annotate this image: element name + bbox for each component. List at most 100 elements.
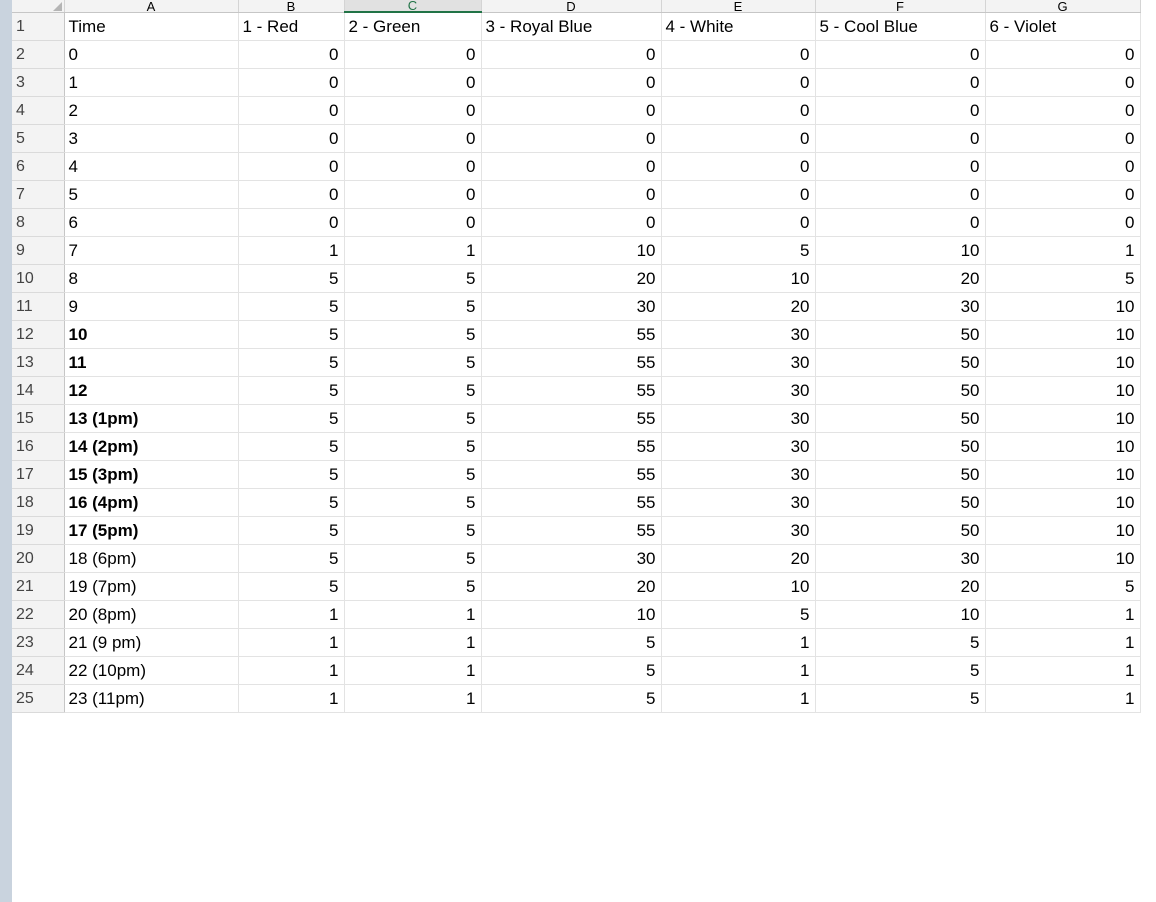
cell-e9[interactable]: 5 bbox=[661, 236, 816, 265]
cell-c19[interactable]: 5 bbox=[344, 516, 482, 545]
row-header[interactable]: 20 bbox=[12, 544, 65, 573]
cell-e17[interactable]: 30 bbox=[661, 460, 816, 489]
cell-d8[interactable]: 0 bbox=[481, 208, 662, 237]
cell-b23[interactable]: 1 bbox=[238, 628, 345, 657]
cell-a17[interactable]: 15 (3pm) bbox=[64, 460, 239, 489]
column-header-e[interactable]: E bbox=[661, 0, 816, 13]
cell-d13[interactable]: 55 bbox=[481, 348, 662, 377]
cell-e22[interactable]: 5 bbox=[661, 600, 816, 629]
cell-c22[interactable]: 1 bbox=[344, 600, 482, 629]
cell-d4[interactable]: 0 bbox=[481, 96, 662, 125]
cell-d5[interactable]: 0 bbox=[481, 124, 662, 153]
cell-b6[interactable]: 0 bbox=[238, 152, 345, 181]
cell-c24[interactable]: 1 bbox=[344, 656, 482, 685]
cell-c21[interactable]: 5 bbox=[344, 572, 482, 601]
row-header[interactable]: 19 bbox=[12, 516, 65, 545]
cell-b11[interactable]: 5 bbox=[238, 292, 345, 321]
cell-g12[interactable]: 10 bbox=[985, 320, 1141, 349]
cell-a1[interactable]: Time bbox=[64, 12, 239, 41]
column-header-g[interactable]: G bbox=[985, 0, 1141, 13]
cell-a4[interactable]: 2 bbox=[64, 96, 239, 125]
cell-g17[interactable]: 10 bbox=[985, 460, 1141, 489]
cell-b20[interactable]: 5 bbox=[238, 544, 345, 573]
cell-b2[interactable]: 0 bbox=[238, 40, 345, 69]
cell-c8[interactable]: 0 bbox=[344, 208, 482, 237]
cell-d2[interactable]: 0 bbox=[481, 40, 662, 69]
cell-b3[interactable]: 0 bbox=[238, 68, 345, 97]
cell-f1[interactable]: 5 - Cool Blue bbox=[815, 12, 986, 41]
cell-f10[interactable]: 20 bbox=[815, 264, 986, 293]
cell-b10[interactable]: 5 bbox=[238, 264, 345, 293]
cell-c7[interactable]: 0 bbox=[344, 180, 482, 209]
cell-e5[interactable]: 0 bbox=[661, 124, 816, 153]
cell-f2[interactable]: 0 bbox=[815, 40, 986, 69]
cell-a12[interactable]: 10 bbox=[64, 320, 239, 349]
cell-e15[interactable]: 30 bbox=[661, 404, 816, 433]
cell-c20[interactable]: 5 bbox=[344, 544, 482, 573]
cell-e18[interactable]: 30 bbox=[661, 488, 816, 517]
cell-g18[interactable]: 10 bbox=[985, 488, 1141, 517]
cell-g24[interactable]: 1 bbox=[985, 656, 1141, 685]
cell-e8[interactable]: 0 bbox=[661, 208, 816, 237]
cell-d23[interactable]: 5 bbox=[481, 628, 662, 657]
column-header-a[interactable]: A bbox=[64, 0, 239, 13]
cell-f7[interactable]: 0 bbox=[815, 180, 986, 209]
cell-a16[interactable]: 14 (2pm) bbox=[64, 432, 239, 461]
row-header[interactable]: 14 bbox=[12, 376, 65, 405]
row-header[interactable]: 22 bbox=[12, 600, 65, 629]
cell-d11[interactable]: 30 bbox=[481, 292, 662, 321]
cell-b21[interactable]: 5 bbox=[238, 572, 345, 601]
row-header[interactable]: 4 bbox=[12, 96, 65, 125]
column-header-d[interactable]: D bbox=[481, 0, 662, 13]
cell-g4[interactable]: 0 bbox=[985, 96, 1141, 125]
cell-e25[interactable]: 1 bbox=[661, 684, 816, 713]
cell-e6[interactable]: 0 bbox=[661, 152, 816, 181]
cell-b7[interactable]: 0 bbox=[238, 180, 345, 209]
row-header[interactable]: 2 bbox=[12, 40, 65, 69]
cell-a2[interactable]: 0 bbox=[64, 40, 239, 69]
cell-c15[interactable]: 5 bbox=[344, 404, 482, 433]
cell-g22[interactable]: 1 bbox=[985, 600, 1141, 629]
row-header[interactable]: 25 bbox=[12, 684, 65, 713]
cell-g13[interactable]: 10 bbox=[985, 348, 1141, 377]
column-header-c[interactable]: C bbox=[344, 0, 482, 13]
cell-f16[interactable]: 50 bbox=[815, 432, 986, 461]
cell-f20[interactable]: 30 bbox=[815, 544, 986, 573]
column-header-b[interactable]: B bbox=[238, 0, 345, 13]
cell-d6[interactable]: 0 bbox=[481, 152, 662, 181]
row-header[interactable]: 15 bbox=[12, 404, 65, 433]
cell-e3[interactable]: 0 bbox=[661, 68, 816, 97]
row-header[interactable]: 16 bbox=[12, 432, 65, 461]
cell-f22[interactable]: 10 bbox=[815, 600, 986, 629]
cell-f6[interactable]: 0 bbox=[815, 152, 986, 181]
cell-f9[interactable]: 10 bbox=[815, 236, 986, 265]
row-header[interactable]: 6 bbox=[12, 152, 65, 181]
column-header-f[interactable]: F bbox=[815, 0, 986, 13]
cell-c9[interactable]: 1 bbox=[344, 236, 482, 265]
cell-g9[interactable]: 1 bbox=[985, 236, 1141, 265]
cell-g19[interactable]: 10 bbox=[985, 516, 1141, 545]
row-header[interactable]: 23 bbox=[12, 628, 65, 657]
cell-d10[interactable]: 20 bbox=[481, 264, 662, 293]
cell-d22[interactable]: 10 bbox=[481, 600, 662, 629]
cell-f25[interactable]: 5 bbox=[815, 684, 986, 713]
cell-a20[interactable]: 18 (6pm) bbox=[64, 544, 239, 573]
row-header[interactable]: 24 bbox=[12, 656, 65, 685]
cell-b14[interactable]: 5 bbox=[238, 376, 345, 405]
cell-d21[interactable]: 20 bbox=[481, 572, 662, 601]
cell-g20[interactable]: 10 bbox=[985, 544, 1141, 573]
cell-b19[interactable]: 5 bbox=[238, 516, 345, 545]
cell-g15[interactable]: 10 bbox=[985, 404, 1141, 433]
cell-d9[interactable]: 10 bbox=[481, 236, 662, 265]
cell-a19[interactable]: 17 (5pm) bbox=[64, 516, 239, 545]
cell-e20[interactable]: 20 bbox=[661, 544, 816, 573]
cell-f23[interactable]: 5 bbox=[815, 628, 986, 657]
cell-f15[interactable]: 50 bbox=[815, 404, 986, 433]
cell-a3[interactable]: 1 bbox=[64, 68, 239, 97]
cell-g23[interactable]: 1 bbox=[985, 628, 1141, 657]
cell-b18[interactable]: 5 bbox=[238, 488, 345, 517]
cell-c2[interactable]: 0 bbox=[344, 40, 482, 69]
cell-b24[interactable]: 1 bbox=[238, 656, 345, 685]
cell-g16[interactable]: 10 bbox=[985, 432, 1141, 461]
row-header[interactable]: 18 bbox=[12, 488, 65, 517]
